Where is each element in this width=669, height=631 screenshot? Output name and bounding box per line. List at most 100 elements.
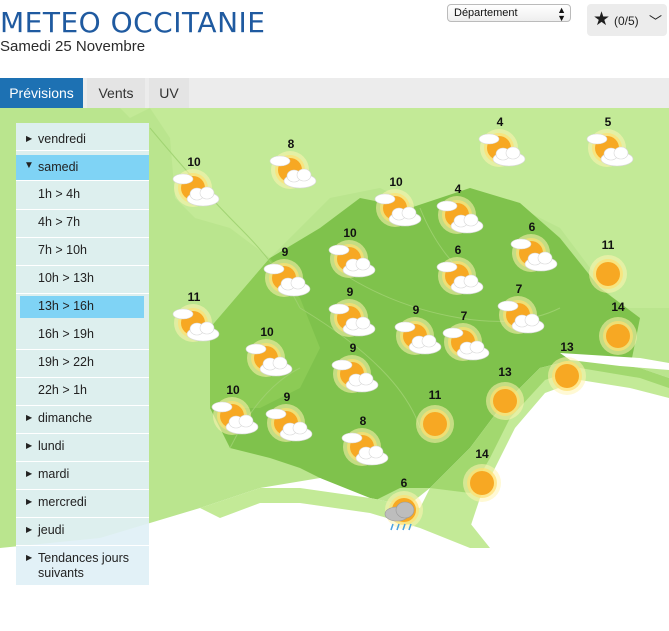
- forecast-temperature: 14: [611, 300, 625, 314]
- forecast-marker[interactable]: 10: [321, 226, 379, 290]
- select-arrows-icon: ▲ ▼: [557, 5, 566, 23]
- forecast-marker[interactable]: 9: [256, 245, 314, 309]
- forecast-temperature: 7: [515, 282, 523, 296]
- forecast-temperature: 8: [287, 137, 295, 151]
- tab-bar: Prévisions Vents UV: [0, 78, 669, 108]
- day-item-mardi[interactable]: ▶ mardi: [16, 462, 149, 490]
- forecast-temperature: 5: [604, 115, 612, 129]
- forecast-marker[interactable]: 11: [406, 388, 464, 454]
- forecast-temperature: 9: [349, 341, 357, 355]
- day-item-vendredi[interactable]: ▶ vendredi: [16, 127, 149, 151]
- day-item-mercredi[interactable]: ▶ mercredi: [16, 490, 149, 518]
- day-item-jeudi[interactable]: ▶ jeudi: [16, 518, 149, 546]
- forecast-temperature: 6: [400, 476, 408, 490]
- caret-right-icon: ▶: [26, 525, 33, 534]
- region-select[interactable]: Département ▲ ▼: [447, 4, 571, 23]
- day-item-tendances[interactable]: ▶ Tendances jours suivants: [16, 546, 149, 584]
- forecast-marker[interactable]: 11: [579, 238, 637, 304]
- forecast-temperature: 6: [454, 243, 462, 257]
- caret-right-icon: ▶: [26, 134, 33, 143]
- caret-right-icon: ▶: [26, 413, 33, 422]
- day-item-lundi[interactable]: ▶ lundi: [16, 434, 149, 462]
- forecast-temperature: 14: [475, 447, 489, 461]
- slot-item[interactable]: 22h > 1h: [16, 378, 149, 406]
- forecast-temperature: 4: [496, 115, 504, 129]
- sun-cloud-icon: [172, 304, 220, 342]
- forecast-temperature: 10: [343, 226, 357, 240]
- forecast-temperature: 10: [226, 383, 240, 397]
- forecast-marker[interactable]: 7: [490, 282, 548, 346]
- forecast-marker[interactable]: 8: [334, 414, 392, 478]
- forecast-temperature: 9: [346, 285, 354, 299]
- forecast-marker[interactable]: 14: [589, 300, 647, 366]
- forecast-temperature: 10: [389, 175, 403, 189]
- tab-vents[interactable]: Vents: [87, 78, 145, 108]
- forecast-temperature: 8: [359, 414, 367, 428]
- sun-cloud-icon: [341, 428, 389, 466]
- sun-cloud-icon: [510, 234, 558, 272]
- sun-cloud-icon: [211, 397, 259, 435]
- forecast-marker[interactable]: 13: [476, 365, 534, 431]
- slot-item[interactable]: 7h > 10h: [16, 238, 149, 266]
- caret-right-icon: ▶: [26, 441, 33, 450]
- tab-previsions[interactable]: Prévisions: [0, 78, 83, 108]
- sun-icon: [548, 357, 586, 395]
- sun-cloud-icon: [436, 196, 484, 234]
- slot-item[interactable]: 4h > 7h: [16, 210, 149, 238]
- forecast-marker[interactable]: 9: [258, 390, 316, 454]
- forecast-marker[interactable]: 11: [165, 290, 223, 354]
- chevron-down-icon: ﹀: [649, 14, 663, 29]
- slot-item[interactable]: 1h > 4h: [16, 182, 149, 210]
- caret-right-icon: ▶: [26, 553, 33, 562]
- forecast-marker[interactable]: 7: [435, 309, 493, 373]
- sun-icon: [486, 382, 524, 420]
- slot-item-selected[interactable]: 13h > 16h: [16, 294, 149, 322]
- forecast-marker[interactable]: 8: [262, 137, 320, 201]
- sun-cloud-icon: [478, 129, 526, 167]
- slot-item[interactable]: 19h > 22h: [16, 350, 149, 378]
- caret-right-icon: ▶: [26, 497, 33, 506]
- forecast-temperature: 13: [560, 340, 574, 354]
- sun-icon: [599, 317, 637, 355]
- forecast-marker[interactable]: 10: [165, 155, 223, 219]
- caret-right-icon: ▶: [26, 469, 33, 478]
- forecast-marker[interactable]: 10: [204, 383, 262, 447]
- forecast-temperature: 7: [460, 309, 468, 323]
- favorites-button[interactable]: ★ (0/5) ﹀: [587, 4, 667, 36]
- forecast-marker[interactable]: 6: [375, 476, 433, 540]
- sun-cloud-icon: [265, 404, 313, 442]
- sun-cloud-icon: [263, 259, 311, 297]
- day-item-dimanche[interactable]: ▶ dimanche: [16, 406, 149, 434]
- page-title: METEO OCCITANIE: [0, 6, 266, 39]
- slot-item[interactable]: 10h > 13h: [16, 266, 149, 294]
- sun-cloud-icon: [269, 151, 317, 189]
- forecast-marker[interactable]: 14: [453, 447, 511, 513]
- star-icon: ★: [593, 9, 611, 30]
- forecast-marker[interactable]: 13: [538, 340, 596, 406]
- forecast-marker[interactable]: 10: [238, 325, 296, 389]
- forecast-temperature: 11: [601, 238, 615, 252]
- caret-down-icon: ▼: [24, 160, 34, 171]
- forecast-temperature: 9: [283, 390, 291, 404]
- forecast-temperature: 11: [187, 290, 201, 304]
- sun-cloud-icon: [172, 169, 220, 207]
- favorites-count: (0/5): [614, 14, 639, 28]
- forecast-marker[interactable]: 6: [429, 243, 487, 307]
- forecast-marker[interactable]: 4: [471, 115, 529, 179]
- forecast-marker[interactable]: 9: [321, 285, 379, 349]
- forecast-temperature: 9: [281, 245, 289, 259]
- sun-rain-icon: [384, 491, 423, 531]
- slot-item[interactable]: 16h > 19h: [16, 322, 149, 350]
- region-select-value: Département: [454, 7, 518, 19]
- tab-uv[interactable]: UV: [149, 78, 189, 108]
- day-item-samedi[interactable]: ▼ samedi: [16, 155, 149, 181]
- forecast-marker[interactable]: 6: [503, 220, 561, 284]
- sun-cloud-icon: [245, 339, 293, 377]
- forecast-marker[interactable]: 5: [579, 115, 637, 179]
- forecast-temperature: 6: [528, 220, 536, 234]
- sun-cloud-icon: [586, 129, 634, 167]
- sun-cloud-icon: [331, 355, 379, 393]
- forecast-marker[interactable]: 9: [324, 341, 382, 405]
- forecast-temperature: 13: [498, 365, 512, 379]
- forecast-marker[interactable]: 4: [429, 182, 487, 246]
